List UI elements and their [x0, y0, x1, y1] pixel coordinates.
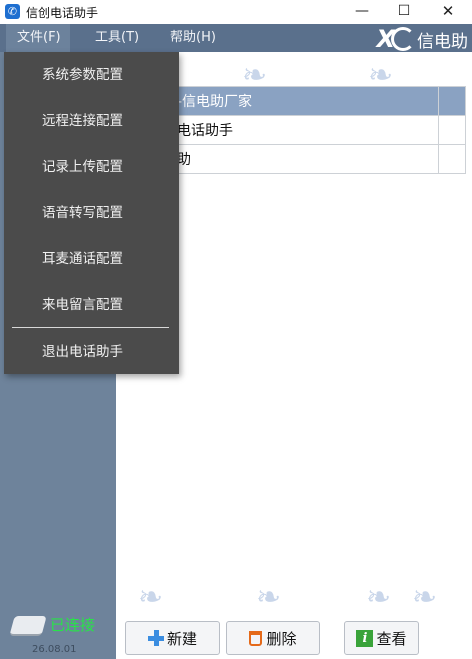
table-cell-name[interactable]: 创电话助手	[156, 115, 439, 145]
leaf-decoration-icon: ❧	[256, 580, 282, 615]
new-button[interactable]: 新建	[125, 621, 220, 655]
file-dropdown-menu: 系统参数配置 远程连接配置 记录上传配置 语音转写配置 耳麦通话配置 来电留言配…	[4, 52, 179, 374]
menu-file[interactable]: 文件(F)	[6, 24, 70, 52]
table-cell-extra[interactable]	[438, 115, 466, 145]
view-button[interactable]: i 查看	[344, 621, 419, 655]
delete-button-label: 删除	[266, 629, 297, 648]
minimize-button[interactable]: —	[340, 0, 384, 24]
connection-status-text: 已连接	[50, 616, 96, 634]
logo-c-mark	[391, 27, 415, 51]
menu-item-speech-transcription[interactable]: 语音转写配置	[4, 190, 179, 236]
menu-help[interactable]: 帮助(H)	[170, 24, 216, 52]
table-row[interactable]: 工-信电助厂家	[156, 86, 466, 116]
trash-icon	[249, 630, 263, 646]
brand-text: 信电助	[417, 31, 468, 52]
menu-item-record-upload[interactable]: 记录上传配置	[4, 144, 179, 190]
close-button[interactable]: ✕	[426, 0, 470, 24]
menu-separator	[12, 327, 169, 328]
menu-item-voicemail[interactable]: 来电留言配置	[4, 282, 179, 328]
info-icon: i	[356, 629, 374, 647]
menu-item-headset-call[interactable]: 耳麦通话配置	[4, 236, 179, 282]
menu-item-remote-connection[interactable]: 远程连接配置	[4, 98, 179, 144]
table-row[interactable]: 创电话助手	[156, 115, 466, 145]
leaf-decoration-icon: ❧	[138, 580, 164, 615]
menu-item-exit[interactable]: 退出电话助手	[4, 329, 179, 375]
contact-table: 工-信电助厂家 创电话助手 电助	[156, 86, 466, 174]
delete-button[interactable]: 删除	[226, 621, 320, 655]
new-button-label: 新建	[166, 629, 197, 648]
title-bar: ✆ 信创电话助手 — ☐ ✕	[0, 0, 472, 24]
table-cell-extra[interactable]	[438, 144, 466, 174]
menu-item-system-params[interactable]: 系统参数配置	[4, 52, 179, 98]
phone-icon: ✆	[5, 4, 20, 19]
window-title: 信创电话助手	[26, 6, 99, 20]
table-row[interactable]: 电助	[156, 144, 466, 174]
view-button-label: 查看	[376, 629, 407, 648]
device-icon	[9, 616, 47, 636]
table-cell-name[interactable]: 工-信电助厂家	[156, 86, 439, 116]
table-cell-extra[interactable]	[438, 86, 466, 116]
leaf-decoration-icon: ❧	[366, 580, 392, 615]
maximize-button[interactable]: ☐	[382, 0, 426, 24]
plus-icon	[147, 630, 164, 646]
menu-tools[interactable]: 工具(T)	[95, 24, 139, 52]
leaf-decoration-icon: ❧	[412, 580, 438, 615]
brand-logo: X 信电助	[376, 25, 468, 53]
version-label: 26.08.01	[32, 644, 77, 655]
table-cell-name[interactable]: 电助	[156, 144, 439, 174]
